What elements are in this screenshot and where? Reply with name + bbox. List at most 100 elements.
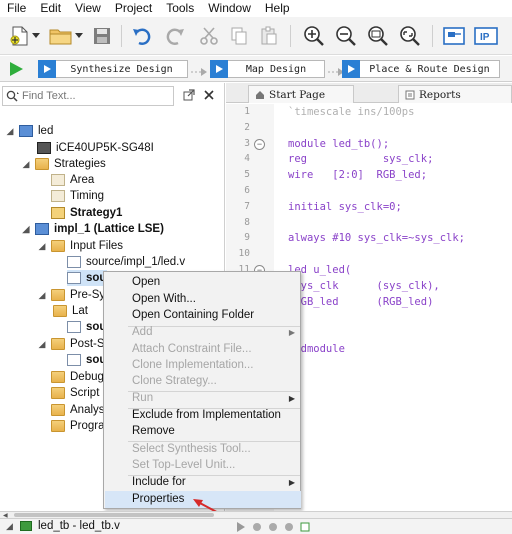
menu-item-open-containing-folder[interactable]: Open Containing Folder bbox=[105, 307, 301, 324]
paste-icon[interactable] bbox=[257, 24, 281, 48]
menu-item-open-with[interactable]: Open With... bbox=[105, 291, 301, 308]
code-line: `timescale ins/100ps bbox=[288, 106, 415, 118]
implementation-icon bbox=[35, 223, 49, 235]
tree-item-impl1[interactable]: ◢ impl_1 (Lattice LSE) bbox=[21, 221, 164, 237]
collapse-arrow-icon[interactable]: ◢ bbox=[21, 224, 31, 234]
stop-icon[interactable] bbox=[284, 522, 294, 532]
menu-item-remove[interactable]: Remove bbox=[105, 423, 301, 440]
menu-item-run[interactable]: Run ▶ bbox=[105, 390, 301, 407]
collapse-arrow-icon[interactable]: ◢ bbox=[6, 521, 13, 532]
zoom-fit-icon[interactable] bbox=[366, 24, 390, 48]
tree-label: Strategies bbox=[54, 158, 106, 170]
collapse-arrow-icon[interactable]: ◢ bbox=[37, 241, 47, 251]
tree-label: Post-S bbox=[70, 338, 105, 350]
line-number: 7 bbox=[244, 200, 250, 212]
folder-icon bbox=[51, 371, 65, 383]
menu-tools[interactable]: Tools bbox=[159, 0, 201, 17]
tree-item-strategies[interactable]: ◢ Strategies bbox=[21, 156, 106, 172]
pause-icon[interactable] bbox=[268, 522, 278, 532]
fold-toggle-icon[interactable]: − bbox=[254, 138, 265, 150]
tree-item-area[interactable]: Area bbox=[51, 172, 94, 188]
menu-window[interactable]: Window bbox=[201, 0, 258, 17]
step-icon[interactable] bbox=[252, 522, 262, 532]
ip-catalog-icon[interactable]: IP bbox=[474, 24, 498, 48]
redo-icon[interactable] bbox=[162, 24, 186, 48]
tree-item-programming[interactable]: Progra bbox=[51, 418, 105, 434]
menu-item-add[interactable]: Add ▶ bbox=[105, 324, 301, 341]
export-icon[interactable] bbox=[300, 522, 310, 532]
editor-tabs: Start Page Reports bbox=[226, 83, 512, 103]
tree-item-led-tb-selected[interactable]: sou bbox=[67, 270, 107, 286]
folder-icon bbox=[51, 338, 65, 350]
collapse-arrow-icon[interactable]: ◢ bbox=[37, 339, 47, 349]
tree-item-led[interactable]: ◢ led bbox=[5, 123, 53, 139]
tree-item-timing[interactable]: Timing bbox=[51, 188, 104, 204]
menu-file[interactable]: File bbox=[0, 0, 33, 17]
open-folder-icon[interactable] bbox=[49, 24, 73, 48]
synthesize-design-step[interactable]: Synthesize Design bbox=[38, 59, 188, 78]
netlist-view-icon[interactable] bbox=[442, 24, 466, 48]
menu-view[interactable]: View bbox=[68, 0, 108, 17]
tree-item-post-source[interactable]: sou bbox=[67, 352, 106, 368]
tree-item-pre-source[interactable]: sou bbox=[67, 319, 106, 335]
map-design-step[interactable]: Map Design bbox=[210, 59, 325, 78]
flow-arrow-icon bbox=[191, 65, 207, 76]
folder-icon bbox=[51, 387, 65, 399]
collapse-arrow-icon[interactable]: ◢ bbox=[21, 159, 31, 169]
zoom-area-icon[interactable] bbox=[398, 24, 422, 48]
submenu-arrow-icon: ▶ bbox=[288, 328, 295, 337]
new-file-icon[interactable] bbox=[8, 24, 32, 48]
zoom-out-icon[interactable] bbox=[334, 24, 358, 48]
play-icon bbox=[38, 59, 56, 78]
find-text-input[interactable]: Find Text... bbox=[2, 86, 174, 106]
tab-start-page[interactable]: Start Page bbox=[248, 85, 354, 103]
tree-item-lattice[interactable]: Lat bbox=[53, 303, 88, 319]
tree-item-strategy1[interactable]: Strategy1 bbox=[51, 205, 122, 221]
tree-item-script[interactable]: Script bbox=[51, 385, 99, 401]
menu-item-set-top-level-unit[interactable]: Set Top-Level Unit... bbox=[105, 457, 301, 474]
bottom-panel-bar: ◢ led_tb - led_tb.v bbox=[0, 518, 512, 534]
tree-item-input-files[interactable]: ◢ Input Files bbox=[37, 238, 123, 254]
zoom-in-icon[interactable] bbox=[302, 24, 326, 48]
menu-item-clone-implementation[interactable]: Clone Implementation... bbox=[105, 357, 301, 374]
tree-item-led-v[interactable]: source/impl_1/led.v bbox=[67, 254, 185, 270]
module-icon bbox=[20, 521, 32, 531]
menu-item-select-synthesis-tool[interactable]: Select Synthesis Tool... bbox=[105, 441, 301, 458]
save-icon[interactable] bbox=[90, 24, 114, 48]
hierarchy-top-module[interactable]: led_tb - led_tb.v bbox=[38, 520, 120, 532]
collapse-arrow-icon[interactable]: ◢ bbox=[37, 290, 47, 300]
tree-item-post-synthesis[interactable]: ◢ Post-S bbox=[37, 336, 105, 352]
tree-item-pre-synthesis[interactable]: ◢ Pre-Sy bbox=[37, 287, 105, 303]
scrollbar-thumb[interactable] bbox=[14, 513, 214, 517]
line-number: 2 bbox=[244, 121, 250, 133]
menu-project[interactable]: Project bbox=[108, 0, 159, 17]
menu-item-open[interactable]: Open bbox=[105, 274, 301, 291]
menu-item-attach-constraint[interactable]: Attach Constraint File... bbox=[105, 341, 301, 358]
run-all-icon[interactable] bbox=[8, 61, 24, 80]
close-icon[interactable] bbox=[204, 89, 214, 103]
horizontal-scrollbar[interactable]: ◀ bbox=[0, 511, 512, 519]
line-number: 3 bbox=[244, 137, 250, 149]
play-icon[interactable] bbox=[236, 522, 246, 532]
tree-label: Timing bbox=[70, 190, 105, 202]
undo-icon[interactable] bbox=[131, 24, 155, 48]
folder-icon bbox=[51, 240, 65, 252]
place-route-design-step[interactable]: Place & Route Design bbox=[342, 59, 500, 78]
menu-item-include-for[interactable]: Include for ▶ bbox=[105, 474, 301, 491]
menu-edit[interactable]: Edit bbox=[33, 0, 68, 17]
tree-item-device[interactable]: iCE40UP5K-SG48I bbox=[37, 140, 154, 156]
menu-item-clone-strategy[interactable]: Clone Strategy... bbox=[105, 373, 301, 390]
tree-item-analysis[interactable]: Analys bbox=[51, 402, 105, 418]
tree-label: impl_1 (Lattice LSE) bbox=[54, 223, 164, 235]
copy-icon[interactable] bbox=[227, 24, 251, 48]
menu-item-exclude[interactable]: Exclude from Implementation bbox=[105, 407, 301, 424]
popout-icon[interactable] bbox=[183, 89, 195, 104]
menu-help[interactable]: Help bbox=[258, 0, 297, 17]
open-dropdown-icon[interactable] bbox=[74, 24, 84, 48]
collapse-arrow-icon[interactable]: ◢ bbox=[5, 126, 15, 136]
context-menu: Open Open With... Open Containing Folder… bbox=[103, 271, 301, 509]
cut-icon[interactable] bbox=[197, 24, 221, 48]
tab-reports[interactable]: Reports bbox=[398, 85, 512, 103]
new-file-dropdown-icon[interactable] bbox=[31, 24, 41, 48]
tree-item-debug[interactable]: Debug bbox=[51, 369, 104, 385]
